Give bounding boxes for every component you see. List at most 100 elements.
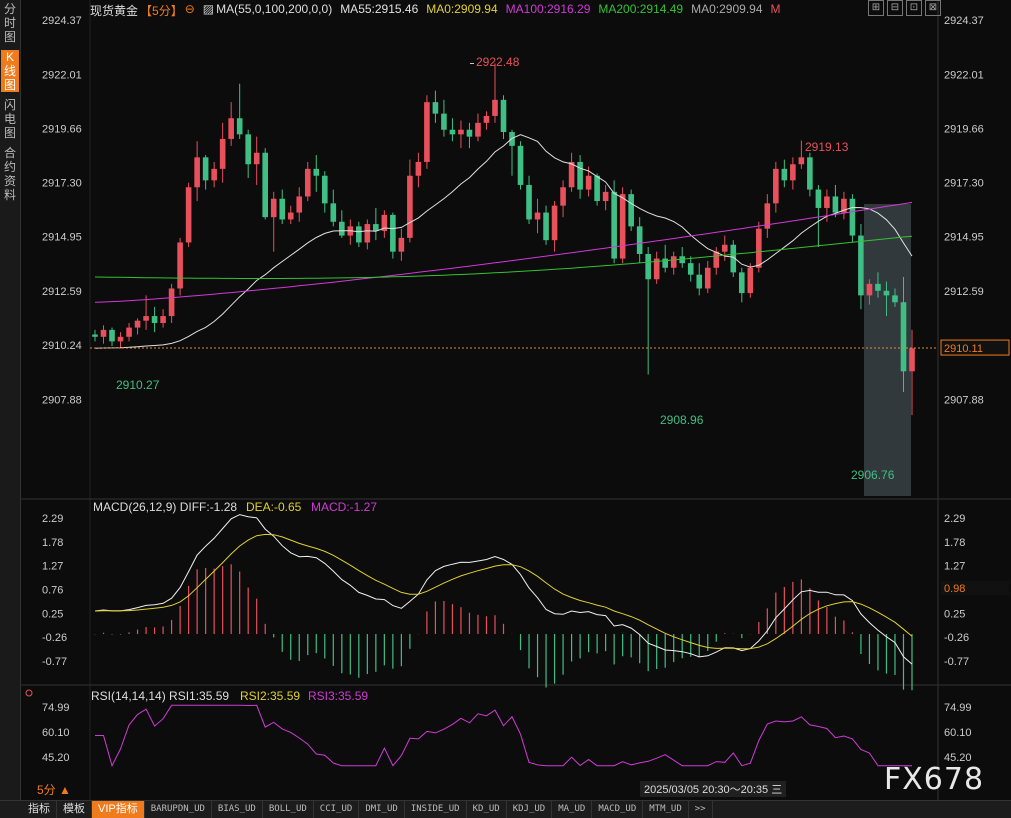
indicator-tab-7[interactable]: DMI_UD (359, 801, 405, 818)
rsi-tick-right-1: 60.10 (944, 727, 972, 739)
candle-body-51 (526, 184, 532, 220)
candle-body-9 (168, 288, 175, 317)
window-buttons: ⊞ ⊟ ⊡ ⊠ (868, 0, 941, 16)
ma-settings-icon[interactable]: ▨ (203, 2, 214, 18)
candle-body-68 (670, 256, 677, 268)
candle-body-73 (713, 251, 720, 268)
ma-params: MA(55,0,100,200,0,0) (216, 2, 333, 16)
indicator-tab-5[interactable]: BOLL_UD (263, 801, 314, 818)
indicator-tab-8[interactable]: INSIDE_UD (405, 801, 467, 818)
indicator-tab-9[interactable]: KD_UD (467, 801, 507, 818)
price-tick-right-0: 2924.37 (944, 15, 984, 27)
candle-body-6 (143, 316, 149, 321)
candle-body-84 (807, 157, 813, 190)
ma100-value: MA100:2916.29 (505, 2, 591, 16)
indicator-tab-4[interactable]: BIAS_UD (212, 801, 263, 818)
candle-body-83 (798, 157, 805, 165)
price-tick-right-1: 2922.01 (944, 69, 984, 81)
rsi-line (95, 704, 912, 768)
candle-body-3 (117, 336, 124, 342)
window-button-2[interactable]: ⊡ (906, 0, 922, 16)
candle-body-13 (202, 157, 209, 181)
candle-body-91 (866, 283, 873, 296)
rsi2-label: RSI2:35.59 (240, 689, 300, 703)
candle-body-4 (126, 327, 132, 337)
window-button-1[interactable]: ⊟ (887, 0, 903, 16)
window-button-3[interactable]: ⊠ (925, 0, 941, 16)
candle-body-63 (628, 194, 634, 227)
price-tick-left-5: 2912.59 (42, 286, 82, 298)
candle-body-11 (185, 187, 192, 243)
indicator-tab-12[interactable]: MACD_UD (592, 801, 644, 818)
period-label[interactable]: 【5分】 (140, 2, 183, 18)
indicator-tab-11[interactable]: MA_UD (552, 801, 593, 818)
indicator-tab-0[interactable]: 指标 (22, 801, 57, 818)
kline-chart[interactable]: 2924.37 2924.37 2922.01 2922.01 2919.66 2919.… (0, 0, 1011, 800)
macd-tick-right-5: -0.26 (944, 632, 969, 644)
candle-body-16 (228, 118, 234, 139)
candle-body-23 (287, 212, 294, 220)
candle-body-21 (270, 198, 277, 218)
window-button-0[interactable]: ⊞ (868, 0, 884, 16)
candle-body-45 (475, 122, 481, 137)
ma100-line (94, 201, 913, 303)
candle-body-94 (892, 295, 898, 303)
candle-body-42 (449, 129, 456, 135)
crosshair-timestamp: 2025/03/05 20:30～20:35 三 (640, 781, 787, 797)
candle-body-27 (321, 175, 328, 204)
ma200-line (94, 235, 913, 279)
candle-body-58 (585, 175, 592, 190)
macd-tick-right-2: 1.27 (944, 561, 965, 573)
indicator-tab-6[interactable]: CCI_UD (314, 801, 360, 818)
candle-body-81 (781, 168, 788, 181)
candle-body-1 (100, 329, 107, 337)
rsi-marker-icon (25, 689, 33, 697)
period-selector[interactable]: 5分 ▲ (37, 781, 71, 798)
indicator-tab-10[interactable]: KDJ_UD (507, 801, 553, 818)
candle-body-20 (262, 152, 269, 218)
symbol-name: 现货黄金 (90, 4, 139, 18)
candle-body-48 (500, 99, 507, 133)
indicator-tab-2[interactable]: VIP指标 (92, 801, 145, 818)
rsi-tick-left-1: 60.10 (42, 727, 70, 739)
ma55-value: MA55:2915.46 (340, 2, 419, 16)
settings-icon[interactable]: ⊖ (185, 2, 195, 18)
candle-body-67 (662, 258, 668, 268)
macd-tick-left-3: 0.76 (42, 585, 63, 597)
m-marker: M (770, 2, 781, 16)
candle-body-40 (432, 102, 439, 114)
candle-body-57 (577, 161, 583, 190)
candle-body-53 (543, 212, 549, 241)
candle-body-25 (304, 168, 311, 197)
candle-body-74 (721, 244, 728, 252)
price-tick-right-7: 2907.88 (944, 394, 984, 406)
candle-body-90 (858, 235, 864, 296)
macd-value-label: MACD:-1.27 (311, 500, 377, 514)
ma55-line (94, 134, 913, 349)
candle-body-70 (687, 263, 694, 275)
candle-body-78 (756, 228, 762, 268)
indicator-tab-14[interactable]: >> (689, 801, 713, 818)
macd-tick-left-5: -0.26 (42, 632, 67, 644)
candle-body-24 (296, 196, 303, 213)
candle-body-33 (373, 224, 379, 231)
candle-body-64 (636, 226, 643, 254)
candle-body-96 (909, 348, 915, 372)
indicator-tab-3[interactable]: BARUPDN_UD (145, 801, 212, 818)
indicator-tab-13[interactable]: MTM_UD (643, 801, 689, 818)
candle-body-39 (424, 102, 430, 162)
candle-body-19 (253, 152, 260, 165)
annotation-high2: 2919.13 (805, 140, 849, 154)
candle-body-10 (177, 242, 183, 289)
candle-body-89 (849, 198, 856, 236)
candle-body-37 (407, 175, 413, 238)
candle-body-43 (458, 129, 464, 135)
indicator-tab-1[interactable]: 模板 (57, 801, 92, 818)
candle-body-61 (611, 191, 617, 259)
candle-body-62 (619, 194, 626, 259)
rsi-header: RSI(14,14,14) RSI1:35.59 (91, 689, 229, 703)
annotation-low1: 2908.96 (660, 413, 704, 427)
candle-body-59 (594, 175, 600, 202)
macd-diff-line (94, 514, 913, 665)
price-tick-left-4: 2914.95 (42, 232, 82, 244)
